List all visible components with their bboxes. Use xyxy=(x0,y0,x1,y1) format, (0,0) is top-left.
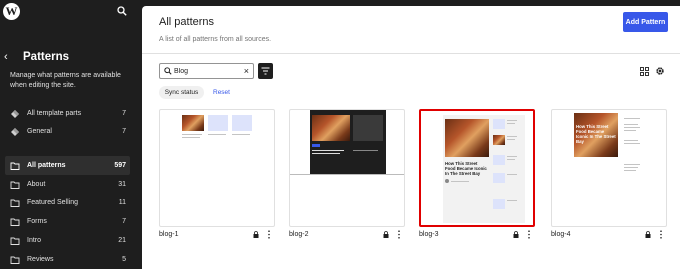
sidebar-item-count: 11 xyxy=(118,199,126,206)
search-input[interactable] xyxy=(174,65,236,77)
gear-icon[interactable] xyxy=(655,66,665,76)
thumbnail-heading: How This Street Food Became Iconic In Th… xyxy=(576,124,616,144)
thumbnail-placeholder xyxy=(493,173,505,183)
sidebar-item-count: 31 xyxy=(118,181,126,188)
header-divider xyxy=(142,53,680,54)
filter-icon xyxy=(261,67,270,75)
diamond-icon xyxy=(11,127,19,136)
diamond-icon xyxy=(11,109,19,118)
sidebar-item-count: 21 xyxy=(118,237,126,244)
sidebar-item-label: Reviews xyxy=(27,256,54,263)
lock-icon xyxy=(513,231,519,238)
sidebar-item-label: Featured Selling xyxy=(27,199,78,206)
thumbnail-placeholder xyxy=(493,199,505,209)
sidebar-item-all-template-parts[interactable]: All template parts 7 xyxy=(5,104,130,123)
pattern-card-blog-1[interactable] xyxy=(159,109,275,227)
sidebar-item-label: All patterns xyxy=(27,162,66,169)
thumbnail-placeholder xyxy=(232,115,252,131)
search-icon[interactable] xyxy=(117,6,127,16)
search-field[interactable]: × xyxy=(159,63,254,79)
sidebar-item-count: 7 xyxy=(122,128,126,135)
sidebar-item-label: About xyxy=(27,181,46,188)
clear-search-icon[interactable]: × xyxy=(244,65,249,77)
pattern-name[interactable]: blog-4 xyxy=(551,231,570,238)
filter-button[interactable] xyxy=(258,63,273,79)
thumbnail-image xyxy=(312,115,350,141)
folder-icon xyxy=(10,162,20,170)
folder-icon xyxy=(10,181,20,189)
thumbnail-placeholder xyxy=(353,115,383,141)
thumbnail-image xyxy=(493,135,505,145)
sidebar-item-featured-selling[interactable]: Featured Selling 11 xyxy=(5,193,130,212)
sidebar-item-forms[interactable]: Forms 7 xyxy=(5,212,130,231)
page-subtitle: A list of all patterns from all sources. xyxy=(159,36,272,43)
thumbnail-image xyxy=(445,119,489,157)
back-arrow-icon[interactable]: ‹ xyxy=(4,50,8,64)
folder-icon xyxy=(10,218,20,226)
sidebar-item-label: Intro xyxy=(27,237,42,244)
thumbnail-placeholder xyxy=(208,115,228,131)
sidebar-title: Patterns xyxy=(23,51,70,63)
sidebar-item-count: 7 xyxy=(122,110,126,117)
lock-icon xyxy=(253,231,259,238)
main-panel: All patterns A list of all patterns from… xyxy=(142,6,680,269)
sidebar-item-count: 5 xyxy=(122,256,126,263)
pattern-name[interactable]: blog-3 xyxy=(419,231,438,238)
thumbnail-image xyxy=(182,115,204,131)
sidebar-item-label: Forms xyxy=(27,218,47,225)
sidebar-item-all-patterns[interactable]: All patterns 597 xyxy=(5,156,130,175)
add-pattern-button[interactable]: Add Pattern xyxy=(623,12,668,32)
search-icon xyxy=(164,67,172,75)
sidebar-item-intro[interactable]: Intro 21 xyxy=(5,231,130,250)
pattern-card-blog-3[interactable]: How This Street Food Became Iconic In Th… xyxy=(419,109,535,227)
sidebar-item-about[interactable]: About 31 xyxy=(5,175,130,194)
thumbnail-heading: How This Street Food Became Iconic In Th… xyxy=(445,161,487,176)
more-options-icon[interactable] xyxy=(527,230,531,239)
more-options-icon[interactable] xyxy=(397,230,401,239)
sync-status-filter[interactable]: Sync status xyxy=(159,86,204,99)
sidebar-item-label: General xyxy=(27,128,52,135)
pattern-card-blog-2[interactable] xyxy=(289,109,405,227)
sidebar-description: Manage what patterns are available when … xyxy=(10,72,121,89)
thumbnail-placeholder xyxy=(493,119,505,129)
sidebar-item-count: 7 xyxy=(122,218,126,225)
wordpress-logo[interactable]: W xyxy=(3,3,20,20)
sidebar-item-count: 597 xyxy=(114,162,126,169)
pattern-name[interactable]: blog-2 xyxy=(289,231,308,238)
pattern-name[interactable]: blog-1 xyxy=(159,231,178,238)
sidebar: W ‹ Patterns Manage what patterns are av… xyxy=(0,0,135,269)
page-title: All patterns xyxy=(159,16,215,28)
reset-button[interactable]: Reset xyxy=(213,86,230,99)
folder-icon xyxy=(10,199,20,207)
folder-icon xyxy=(10,256,20,264)
sidebar-item-label: All template parts xyxy=(27,110,82,117)
sidebar-item-reviews[interactable]: Reviews 5 xyxy=(5,250,130,269)
more-options-icon[interactable] xyxy=(659,230,663,239)
lock-icon xyxy=(645,231,651,238)
grid-view-icon[interactable] xyxy=(640,67,649,76)
more-options-icon[interactable] xyxy=(267,230,271,239)
lock-icon xyxy=(383,231,389,238)
folder-icon xyxy=(10,237,20,245)
thumbnail-placeholder xyxy=(493,155,505,165)
sidebar-item-general[interactable]: General 7 xyxy=(5,122,130,141)
pattern-card-blog-4[interactable]: How This Street Food Became Iconic In Th… xyxy=(551,109,667,227)
